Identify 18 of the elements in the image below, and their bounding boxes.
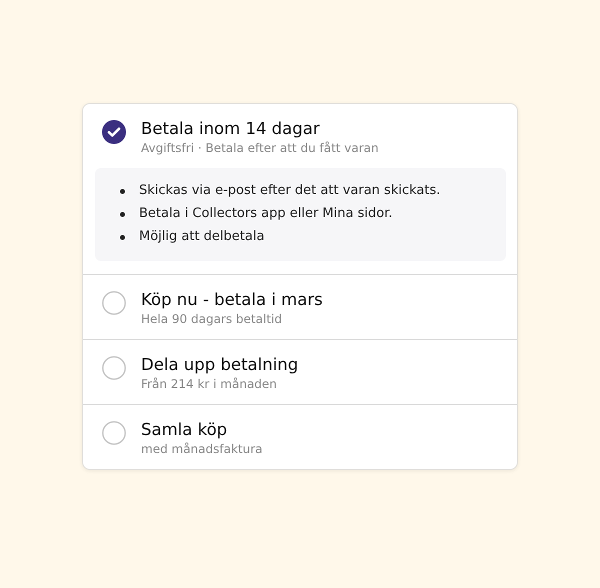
detail-text: Möjlig att delbetala bbox=[139, 229, 264, 245]
checked-radio-icon[interactable] bbox=[102, 120, 126, 144]
option-title: Dela upp betalning bbox=[141, 354, 298, 376]
bullet-icon bbox=[120, 234, 125, 240]
option-subtitle: Hela 90 dagars betaltid bbox=[141, 311, 283, 327]
bullet-icon bbox=[120, 212, 125, 216]
option-title: Samla köp bbox=[141, 419, 228, 441]
option-subtitle: Avgiftsfri · Betala efter att du fått varan bbox=[141, 140, 379, 156]
option-title: Betala inom 14 dagar bbox=[141, 118, 321, 140]
radio-button[interactable] bbox=[102, 421, 126, 445]
radio-button[interactable] bbox=[102, 356, 126, 380]
detail-text: Betala i Collectors app eller Mina sidor. bbox=[139, 206, 392, 222]
detail-text: Skickas via e-post efter det att varan skickats. bbox=[139, 183, 440, 199]
bullet-icon bbox=[120, 188, 125, 194]
radio-button[interactable] bbox=[102, 291, 126, 315]
option-subtitle: med månadsfaktura bbox=[141, 441, 262, 457]
option-title: Köp nu - betala i mars bbox=[141, 289, 323, 311]
option-subtitle: Från 214 kr i månaden bbox=[141, 376, 278, 392]
